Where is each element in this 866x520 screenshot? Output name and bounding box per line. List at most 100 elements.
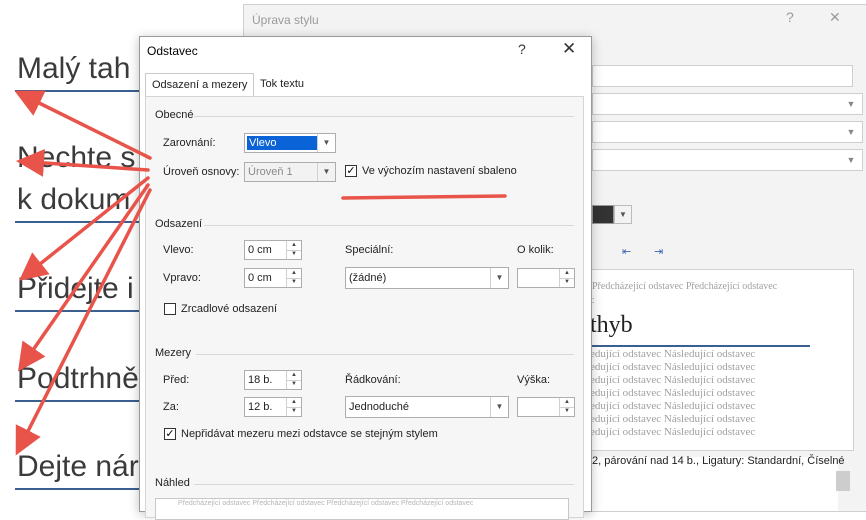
line-spacing-select[interactable]: Jednoduché ▼	[345, 396, 509, 418]
mirror-indents-checkbox[interactable]	[164, 303, 176, 315]
indent-right-stepper[interactable]: 0 cm ▲ ▼	[244, 268, 302, 288]
special-indent-label: Speciální:	[345, 244, 394, 256]
line-spacing-label: Řádkování:	[345, 374, 401, 386]
preview-next-text: edující odstavec Následující odstavec	[590, 374, 756, 386]
indent-left-value: 0 cm	[248, 244, 272, 256]
chevron-down-icon: ▼	[317, 163, 335, 181]
preview-next-text: edující odstavec Následující odstavec	[590, 361, 756, 373]
chevron-down-icon: ▼	[846, 99, 856, 109]
collapsed-default-label: Ve výchozím nastavení sbaleno	[362, 165, 517, 177]
chevron-down-icon: ▼	[846, 155, 856, 165]
doc-heading-3: Přidejte i	[17, 272, 134, 305]
indent-by-stepper[interactable]: ▲ ▼	[517, 268, 575, 288]
chevron-down-icon: ▼	[317, 134, 335, 152]
close-icon[interactable]: ✕	[562, 39, 576, 59]
doc-heading-2: Nechte s	[17, 141, 136, 174]
spacing-after-value: 12 b.	[248, 401, 273, 413]
close-icon[interactable]: ✕	[829, 9, 841, 26]
spin-down-icon[interactable]: ▼	[559, 278, 574, 287]
group-general-heading: Obecné	[155, 109, 194, 121]
paragraph-preview: Předcházející odstavec Předcházející ods…	[155, 498, 569, 520]
spin-down-icon[interactable]: ▼	[286, 380, 301, 389]
group-preview-heading: Náhled	[155, 477, 190, 489]
line-spacing-at-label: Výška:	[517, 374, 551, 386]
indent-right-label: Vpravo:	[163, 272, 201, 284]
scrollbar-thumb[interactable]	[836, 471, 850, 491]
chevron-down-icon: ▼	[490, 268, 508, 288]
decrease-indent-icon[interactable]: ⇤	[622, 245, 631, 258]
arrow-to-heading-5	[15, 188, 152, 456]
help-icon[interactable]: ?	[518, 41, 526, 57]
outline-level-value: Úroveň 1	[248, 166, 293, 178]
outline-level-label: Úroveň osnovy:	[163, 166, 240, 178]
doc-heading-4: Podtrhně	[17, 362, 139, 395]
collapsed-default-checkbox[interactable]: ✓	[345, 165, 357, 177]
dont-add-space-label: Nepřidávat mezeru mezi odstavce se stejn…	[181, 428, 438, 440]
style-name-field[interactable]	[592, 65, 853, 87]
chevron-down-icon[interactable]: ▼	[614, 205, 632, 224]
doc-heading-2-cont: k dokum	[17, 183, 131, 216]
line-spacing-at-stepper[interactable]: ▲ ▼	[517, 397, 575, 417]
chevron-down-icon: ▼	[846, 127, 856, 137]
alignment-label: Zarovnání:	[163, 137, 216, 149]
spacing-before-label: Před:	[163, 374, 190, 386]
spacing-before-value: 18 b.	[248, 374, 273, 386]
spacing-after-label: Za:	[163, 401, 179, 413]
doc-underline	[15, 488, 145, 490]
preview-next-text: edující odstavec Následující odstavec	[590, 348, 756, 360]
spacing-after-stepper[interactable]: 12 b. ▲ ▼	[244, 397, 302, 417]
tab-indents-spacing[interactable]: Odsazení a mezery	[145, 73, 255, 96]
line-spacing-value: Jednoduché	[349, 401, 409, 413]
mirror-indents-label: Zrcadlové odsazení	[181, 303, 277, 315]
doc-underline	[15, 90, 145, 92]
alignment-select[interactable]: Vlevo ▼	[244, 133, 336, 153]
style-type-select[interactable]: ▼	[592, 93, 863, 115]
doc-heading-1: Malý tah	[17, 52, 131, 85]
alignment-value: Vlevo	[249, 137, 277, 149]
modify-style-title: Úprava stylu	[252, 13, 319, 27]
spin-down-icon[interactable]: ▼	[286, 278, 301, 287]
doc-heading-5: Dejte nár	[17, 450, 139, 483]
doc-underline	[15, 400, 145, 402]
preview-prev-text: Předcházející odstavec Předcházející ods…	[592, 281, 778, 292]
indent-left-label: Vlevo:	[163, 244, 194, 256]
style-description-text: 2, párování nad 14 b., Ligatury: Standar…	[592, 455, 845, 467]
preview-main-text: thyb	[590, 312, 633, 338]
preview-underline	[590, 345, 810, 347]
preview-text: Předcházející odstavec Předcházející ods…	[178, 500, 474, 507]
divider	[194, 116, 574, 117]
preview-next-text: edující odstavec Následující odstavec	[590, 387, 756, 399]
color-swatch[interactable]	[592, 205, 614, 224]
paragraph-dialog: Odstavec ? ✕ Odsazení a mezery Tok textu…	[139, 36, 592, 520]
tab-line-page-breaks[interactable]: Tok textu	[254, 73, 310, 95]
preview-next-text: edující odstavec Následující odstavec	[590, 413, 756, 425]
dont-add-space-checkbox[interactable]: ✓	[164, 428, 176, 440]
indent-right-value: 0 cm	[248, 272, 272, 284]
spin-down-icon[interactable]: ▼	[286, 250, 301, 259]
special-indent-select[interactable]: (žádné) ▼	[345, 267, 509, 289]
indent-left-stepper[interactable]: 0 cm ▲ ▼	[244, 240, 302, 260]
style-next-select[interactable]: ▼	[592, 149, 863, 171]
tab-panel: Obecné Zarovnání: Vlevo ▼ Úroveň osnovy:…	[145, 96, 584, 520]
dialog-title: Odstavec	[147, 44, 198, 58]
indent-by-label: O kolik:	[517, 244, 554, 256]
outline-level-select[interactable]: Úroveň 1 ▼	[244, 162, 336, 182]
divider	[204, 225, 574, 226]
doc-underline	[15, 221, 145, 223]
group-spacing-heading: Mezery	[155, 347, 192, 359]
doc-underline	[15, 310, 145, 312]
divider	[194, 484, 574, 485]
divider	[196, 354, 574, 355]
increase-indent-icon[interactable]: ⇥	[654, 245, 663, 258]
preview-next-text: edující odstavec Následující odstavec	[590, 426, 756, 438]
style-based-on-select[interactable]: ▼	[592, 121, 863, 143]
spin-down-icon[interactable]: ▼	[559, 407, 574, 416]
spin-down-icon[interactable]: ▼	[286, 407, 301, 416]
help-icon[interactable]: ?	[786, 9, 794, 25]
group-indentation-heading: Odsazení	[155, 218, 203, 230]
preview-next-text: edující odstavec Následující odstavec	[590, 400, 756, 412]
spacing-before-stepper[interactable]: 18 b. ▲ ▼	[244, 370, 302, 390]
special-indent-value: (žádné)	[349, 272, 387, 284]
selected-value-highlight: Vlevo	[247, 136, 317, 150]
chevron-down-icon: ▼	[490, 397, 508, 417]
